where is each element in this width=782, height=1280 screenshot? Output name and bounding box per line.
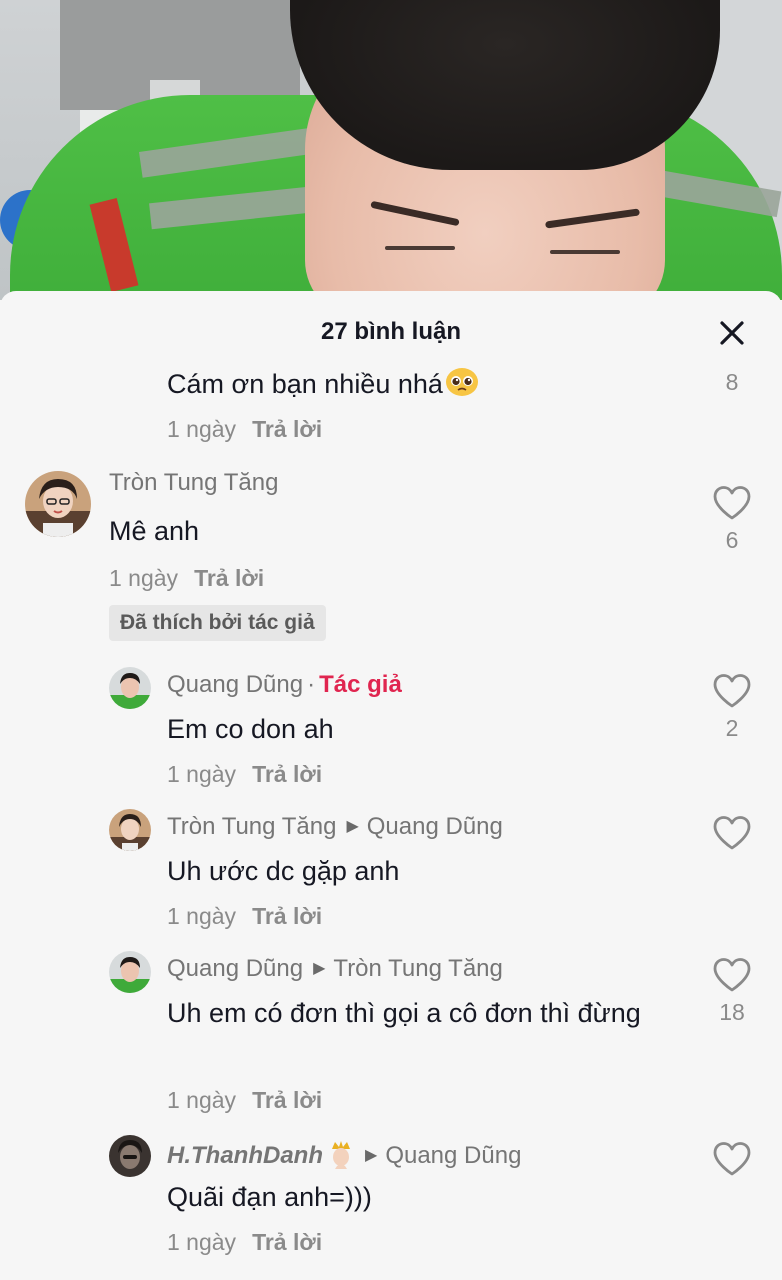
- username-text: Quang Dũng: [167, 955, 304, 982]
- like-button[interactable]: 6: [710, 485, 754, 554]
- avatar[interactable]: [25, 471, 91, 537]
- close-icon: [720, 321, 744, 345]
- comment-time: 1 ngày: [109, 565, 179, 591]
- comment-meta: 1 ngày Trả lời: [167, 903, 322, 930]
- like-count: 8: [725, 369, 739, 395]
- reply-button[interactable]: Trả lời: [252, 416, 322, 442]
- like-button[interactable]: 18: [710, 957, 754, 1026]
- comment-time: 1 ngày: [167, 903, 237, 929]
- comment-text: Uh ước dc gặp anh: [167, 856, 400, 886]
- comment-time: 1 ngày: [167, 1087, 237, 1113]
- comments-sheet: 27 bình luận Cám ơn bạn nhiều nhá 1 ngày…: [0, 291, 782, 1280]
- comment-time: 1 ngày: [167, 416, 237, 442]
- like-count: 6: [725, 527, 739, 553]
- like-button[interactable]: [710, 815, 754, 851]
- username-text: Quang Dũng: [167, 671, 304, 698]
- reply-to-username: Quang Dũng: [385, 1142, 522, 1169]
- avatar[interactable]: [109, 1135, 151, 1177]
- username-text: Tròn Tung Tăng: [167, 813, 337, 840]
- avatar[interactable]: [109, 951, 151, 993]
- like-button[interactable]: 8: [710, 369, 754, 396]
- like-button[interactable]: [710, 1141, 754, 1177]
- separator-dot: ·: [307, 671, 316, 698]
- heart-icon: [713, 958, 751, 992]
- comment-meta: 1 ngày Trả lời: [167, 761, 322, 788]
- comment-meta: 1 ngày Trả lời: [167, 1229, 322, 1256]
- reply-arrow-icon: ▶: [365, 1147, 378, 1164]
- comment-text: Mê anh: [109, 516, 200, 546]
- comment-time: 1 ngày: [167, 1229, 237, 1255]
- comment-meta: 1 ngày Trả lời: [167, 1087, 322, 1114]
- comment-username[interactable]: Quang Dũng · Tác giả: [167, 671, 402, 699]
- comment-username[interactable]: Tròn Tung Tăng: [109, 469, 278, 497]
- like-button[interactable]: 2: [710, 673, 754, 742]
- avatar[interactable]: [109, 667, 151, 709]
- comment-meta: 1 ngày Trả lời: [167, 416, 322, 443]
- reply-arrow-icon: ▶: [313, 960, 326, 977]
- liked-by-author-badge: Đã thích bởi tác giả: [109, 605, 326, 641]
- comment-text: Cám ơn bạn nhiều nhá: [167, 363, 479, 405]
- like-count: 18: [719, 999, 745, 1025]
- reply-button[interactable]: Trả lời: [252, 761, 322, 787]
- close-button[interactable]: [716, 317, 748, 349]
- heart-icon: [713, 674, 751, 708]
- heart-icon: [713, 816, 751, 850]
- avatar[interactable]: [109, 809, 151, 851]
- pleading-face-emoji: [445, 368, 478, 396]
- comment-time: 1 ngày: [167, 761, 237, 787]
- comment-meta: 1 ngày Trả lời: [109, 565, 264, 592]
- like-count: 2: [725, 715, 739, 741]
- reply-button[interactable]: Trả lời: [252, 903, 322, 929]
- video-background: [0, 0, 782, 300]
- video-eye: [385, 246, 455, 250]
- heart-icon: [713, 1142, 751, 1176]
- reply-arrow-icon: ▶: [346, 818, 359, 835]
- crown-person-emoji: [332, 1141, 350, 1169]
- comment-username[interactable]: Quang Dũng ▶ Tròn Tung Tăng: [167, 955, 503, 983]
- heart-icon: [713, 486, 751, 520]
- reply-to-username: Quang Dũng: [366, 813, 503, 840]
- comments-count-title: 27 bình luận: [320, 318, 461, 345]
- comments-header: 27 bình luận: [0, 291, 782, 373]
- comment-text: Quãi đạn anh=))): [167, 1182, 372, 1212]
- video-eye: [550, 250, 620, 254]
- comment-text: Uh em có đơn thì gọi a cô đơn thì đừng: [167, 998, 641, 1028]
- reply-button[interactable]: Trả lời: [252, 1229, 322, 1255]
- username-text: H.ThanhDanh: [167, 1142, 323, 1169]
- comment-text: Em co don ah: [167, 714, 334, 744]
- comment-username[interactable]: H.ThanhDanh ▶ Quang Dũng: [167, 1139, 521, 1170]
- author-tag: Tác giả: [319, 671, 402, 698]
- comment-username[interactable]: Tròn Tung Tăng ▶ Quang Dũng: [167, 813, 503, 841]
- reply-button[interactable]: Trả lời: [252, 1087, 322, 1113]
- reply-button[interactable]: Trả lời: [194, 565, 264, 591]
- reply-to-username: Tròn Tung Tăng: [333, 955, 503, 982]
